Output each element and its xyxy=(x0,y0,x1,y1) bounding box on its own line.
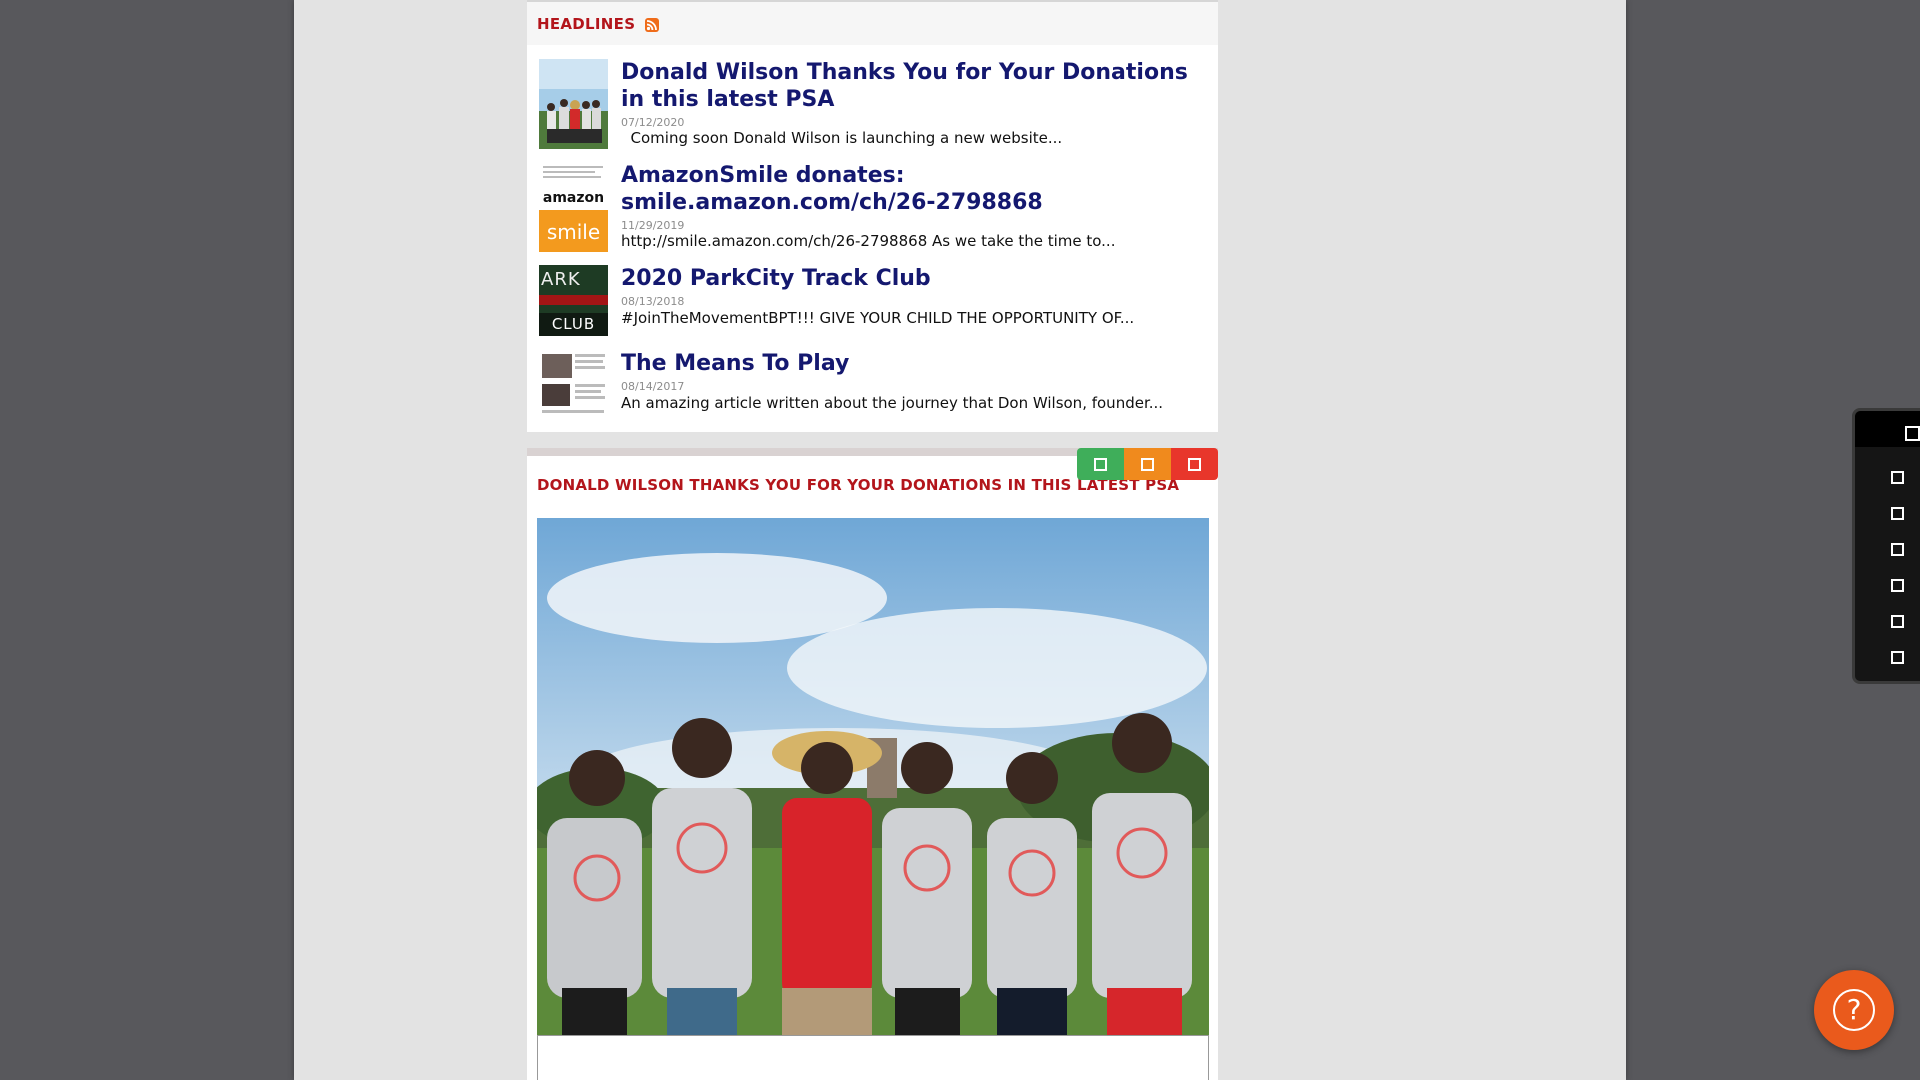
toolbar-square-icon[interactable] xyxy=(1891,615,1904,628)
toolbar-square-icon[interactable] xyxy=(1891,543,1904,556)
page: HEADLINES Donald Wilson Thanks You for Y… xyxy=(0,0,1920,1080)
ark-thumb-label: ARK xyxy=(541,269,581,290)
square-icon xyxy=(1141,457,1154,471)
help-label: ? xyxy=(1846,993,1862,1026)
square-icon xyxy=(1188,457,1201,471)
feature-photo xyxy=(537,518,1209,1036)
headline-thumbnail[interactable] xyxy=(539,350,608,420)
caption-box xyxy=(537,1035,1209,1080)
minimize-button[interactable] xyxy=(1077,448,1124,480)
headlines-title: HEADLINES xyxy=(537,14,636,33)
square-icon xyxy=(1094,457,1107,471)
headline-snippet: http://smile.amazon.com/ch/26-2798868 As… xyxy=(621,232,1116,250)
window-controls xyxy=(1077,448,1218,480)
help-button[interactable]: ? xyxy=(1814,970,1894,1050)
headline-snippet: Coming soon Donald Wilson is launching a… xyxy=(621,129,1063,147)
headline-item: ARK CLUB 2020 ParkCity Track Club 08/13/… xyxy=(539,265,1209,337)
headline-item: The Means To Play 08/14/2017 An amazing … xyxy=(539,350,1209,422)
side-toolbar xyxy=(1852,408,1920,684)
headlines-header: HEADLINES xyxy=(527,2,1218,45)
headline-title-link[interactable]: Donald Wilson Thanks You for Your Donati… xyxy=(621,59,1209,113)
close-button[interactable] xyxy=(1171,448,1218,480)
headline-title-link[interactable]: 2020 ParkCity Track Club xyxy=(621,265,1209,292)
headline-item: Donald Wilson Thanks You for Your Donati… xyxy=(539,59,1209,154)
toolbar-square-icon[interactable] xyxy=(1891,507,1904,520)
smile-thumb-label: smile xyxy=(546,220,601,244)
toolbar-square-icon[interactable] xyxy=(1891,471,1904,484)
question-icon: ? xyxy=(1833,989,1875,1031)
headline-date: 11/29/2019 xyxy=(621,219,685,232)
headline-item: amazon smile AmazonSmile donates: smile.… xyxy=(539,162,1209,257)
headline-thumbnail[interactable] xyxy=(539,59,608,149)
headline-thumbnail[interactable]: amazon smile xyxy=(539,162,608,252)
club-thumb-label: CLUB xyxy=(551,315,596,333)
headline-title-link[interactable]: The Means To Play xyxy=(621,350,1209,377)
headline-snippet: #JoinTheMovementBPT!!! GIVE YOUR CHILD T… xyxy=(621,309,1135,327)
headline-thumbnail[interactable]: ARK CLUB xyxy=(539,265,608,336)
headline-date: 08/14/2017 xyxy=(621,380,685,393)
toolbar-square-icon[interactable] xyxy=(1891,651,1904,664)
headline-date: 07/12/2020 xyxy=(621,116,685,129)
toolbar-square-icon[interactable] xyxy=(1891,579,1904,592)
headline-snippet: An amazing article written about the jou… xyxy=(621,394,1164,412)
toolbar-square-icon[interactable] xyxy=(1905,426,1920,441)
headline-title-link[interactable]: AmazonSmile donates: smile.amazon.com/ch… xyxy=(621,162,1209,216)
amazon-thumb-label: amazon xyxy=(542,190,605,206)
rss-icon[interactable] xyxy=(645,18,660,32)
headline-date: 08/13/2018 xyxy=(621,295,685,308)
headlines-card: HEADLINES Donald Wilson Thanks You for Y… xyxy=(527,0,1218,432)
feature-card: DONALD WILSON THANKS YOU FOR YOUR DONATI… xyxy=(527,448,1218,1080)
maximize-button[interactable] xyxy=(1124,448,1171,480)
